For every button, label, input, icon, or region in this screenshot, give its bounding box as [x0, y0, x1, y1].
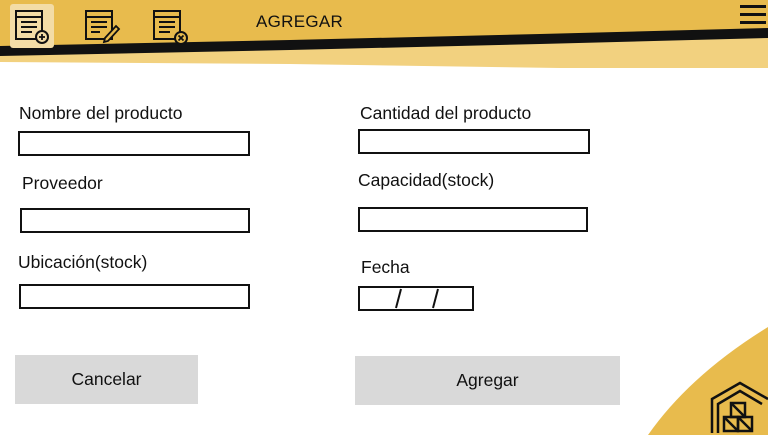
- fecha-date-input[interactable]: [358, 286, 474, 311]
- menu-icon: [740, 5, 766, 24]
- capacidad-input[interactable]: [358, 207, 588, 232]
- cantidad-input[interactable]: [358, 129, 590, 154]
- delete-product-tab[interactable]: [148, 4, 192, 48]
- edit-product-tab[interactable]: [80, 4, 124, 48]
- fecha-label: Fecha: [361, 257, 410, 277]
- add-button[interactable]: Agregar: [355, 356, 620, 405]
- cantidad-label: Cantidad del producto: [360, 103, 532, 123]
- proveedor-input[interactable]: [20, 208, 250, 233]
- date-field-frame: [358, 286, 474, 311]
- nombre-input[interactable]: [18, 131, 250, 156]
- menu-button[interactable]: [738, 2, 768, 28]
- page-title: AGREGAR: [256, 12, 344, 31]
- warehouse-corner: [648, 327, 768, 435]
- top-bar: AGREGAR: [0, 0, 768, 70]
- add-product-tab[interactable]: [10, 4, 54, 48]
- ubicacion-label: Ubicación(stock): [18, 252, 148, 272]
- document-edit-icon: [85, 10, 121, 44]
- nombre-label: Nombre del producto: [19, 103, 183, 123]
- proveedor-label: Proveedor: [22, 173, 103, 193]
- ubicacion-input[interactable]: [19, 284, 250, 309]
- capacidad-label: Capacidad(stock): [358, 170, 495, 190]
- document-add-icon: [15, 10, 49, 44]
- cancel-button[interactable]: Cancelar: [15, 355, 198, 404]
- document-delete-icon: [153, 10, 188, 45]
